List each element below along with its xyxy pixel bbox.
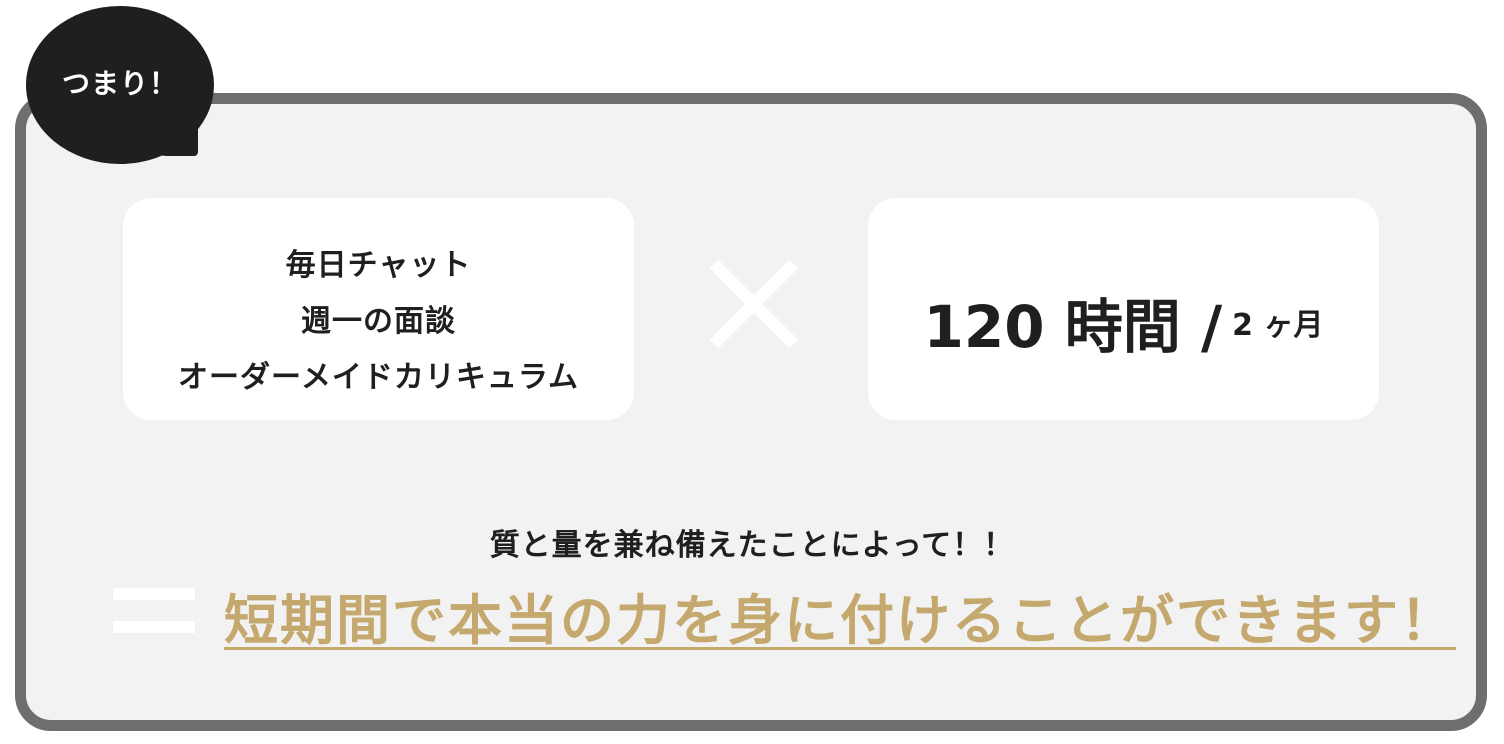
period-value: 2 ヶ月 — [1232, 308, 1324, 343]
speech-bubble-label: つまり！ — [61, 67, 178, 100]
feature-item-chat: 毎日チャット — [285, 248, 472, 283]
summary-section: つまり！ 毎日チャット 週一の面談 オーダーメイドカリキュラム 120 時間 /… — [0, 0, 1504, 744]
headline: 短期間で本当の力を身に付けることができます！ — [224, 589, 1456, 652]
feature-list: 毎日チャット 週一の面談 オーダーメイドカリキュラム — [123, 238, 634, 406]
equals-bar-bottom — [113, 621, 195, 633]
features-card: 毎日チャット 週一の面談 オーダーメイドカリキュラム — [123, 198, 634, 420]
feature-item-interview: 週一の面談 — [301, 304, 456, 339]
times-icon — [709, 259, 799, 349]
hours-card: 120 時間 / 2 ヶ月 — [868, 198, 1379, 420]
tagline: 質と量を兼ね備えたことによって！！ — [489, 528, 1015, 563]
equals-icon — [113, 588, 195, 633]
equals-bar-top — [113, 588, 195, 600]
hours-value: 120 時間 / — [923, 293, 1223, 361]
feature-item-curriculum: オーダーメイドカリキュラム — [178, 360, 579, 395]
hours-stat: 120 時間 / 2 ヶ月 — [868, 280, 1379, 364]
